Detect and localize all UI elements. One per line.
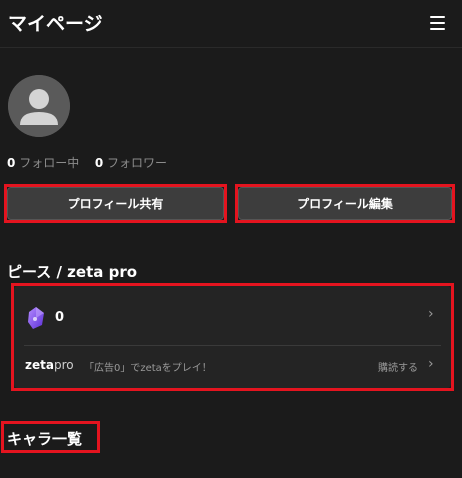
chevron-right-icon: › [428,306,434,322]
zeta-pro-row[interactable]: zetapro 「広告0」でzetaをプレイ！ 購読する › [14,346,451,388]
followers-label[interactable]: フォロワー [107,156,167,170]
followers-count[interactable]: 0 [95,156,103,170]
default-user-avatar-icon [8,75,70,137]
piece-section-title: ピース / zeta pro [7,263,138,281]
character-list-title: キャラ一覧 [7,430,83,448]
edit-profile-button[interactable]: プロフィール編集 [238,187,452,220]
hamburger-menu-icon[interactable] [428,14,448,32]
edit-profile-highlight: プロフィール編集 [235,184,455,223]
share-profile-highlight: プロフィール共有 [4,184,227,223]
avatar[interactable] [8,75,70,137]
piece-card-highlight: 0 › zetapro 「広告0」でzetaをプレイ！ 購読する › [11,283,454,391]
character-list-highlight: キャラ一覧 [1,421,100,453]
subscribe-link[interactable]: 購読する [378,359,418,374]
zeta-pro-promo-text: 「広告0」でzetaをプレイ！ [84,363,212,374]
share-profile-button[interactable]: プロフィール共有 [7,187,224,220]
piece-balance-row[interactable]: 0 › [14,286,451,346]
following-label[interactable]: フォロー中 [19,156,79,170]
zeta-pro-logo: zetapro [25,358,74,372]
purple-gem-icon [28,307,44,329]
header: マイページ [0,0,462,48]
piece-card: 0 › zetapro 「広告0」でzetaをプレイ！ 購読する › [14,286,451,388]
page-title: マイページ [8,13,103,35]
chevron-right-icon: › [428,356,434,372]
following-count[interactable]: 0 [7,156,15,170]
piece-count: 0 [55,310,65,325]
follow-stats: 0 フォロー中 0 フォロワー [7,154,167,171]
